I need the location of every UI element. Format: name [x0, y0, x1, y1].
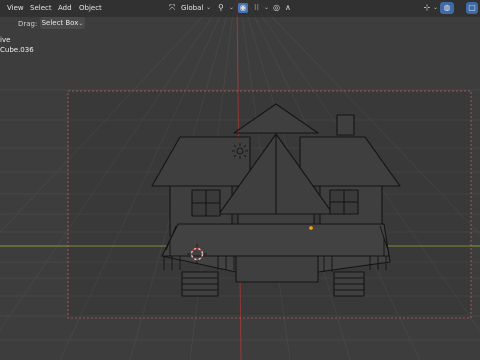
overlays-icon[interactable]: ◍ — [440, 2, 454, 14]
xray-icon[interactable]: ▢ — [466, 2, 478, 14]
pivot-icon[interactable]: ⚲ — [218, 3, 224, 13]
chevron-down-icon[interactable]: ⌄ — [264, 3, 269, 13]
chevron-down-icon: ⌄ — [78, 19, 84, 27]
menu-view[interactable]: View — [7, 3, 24, 13]
foundation-front — [235, 255, 319, 283]
orientation-label[interactable]: Global — [181, 3, 203, 13]
active-object-name: Cube.036 — [0, 46, 34, 54]
drag-select-box-dropdown[interactable]: Select Box ⌄ — [40, 17, 85, 29]
left-steps — [181, 271, 219, 297]
chevron-down-icon[interactable]: ⌄ — [433, 3, 438, 13]
menu-add[interactable]: Add — [58, 3, 72, 13]
menu-object[interactable]: Object — [79, 3, 102, 13]
chevron-down-icon[interactable]: ⌄ — [206, 3, 211, 13]
gizmo-toggle-icon[interactable]: ⊹ — [420, 2, 434, 14]
object-origin-dot — [309, 226, 313, 230]
proportional-editing-icon[interactable]: ◎ — [273, 3, 280, 13]
3d-viewport[interactable] — [0, 0, 480, 360]
viewport-mode-text: ive — [0, 36, 11, 44]
menu-select[interactable]: Select — [30, 3, 52, 13]
falloff-curve-icon[interactable]: ∧ — [285, 3, 291, 13]
right-steps — [333, 271, 365, 297]
drag-label: Drag: — [18, 20, 38, 28]
drag-value: Select Box — [41, 19, 79, 27]
viewport-header: View Select Add Object Drag: Select Box … — [0, 0, 480, 29]
chimney — [336, 114, 355, 136]
orientation-icon: ⤧ — [169, 3, 176, 12]
chevron-down-icon[interactable]: ⌄ — [229, 3, 234, 13]
snap-target-icon[interactable]: ⁝⁝ — [254, 3, 259, 13]
snap-magnet-icon[interactable]: ◉ — [238, 3, 248, 13]
